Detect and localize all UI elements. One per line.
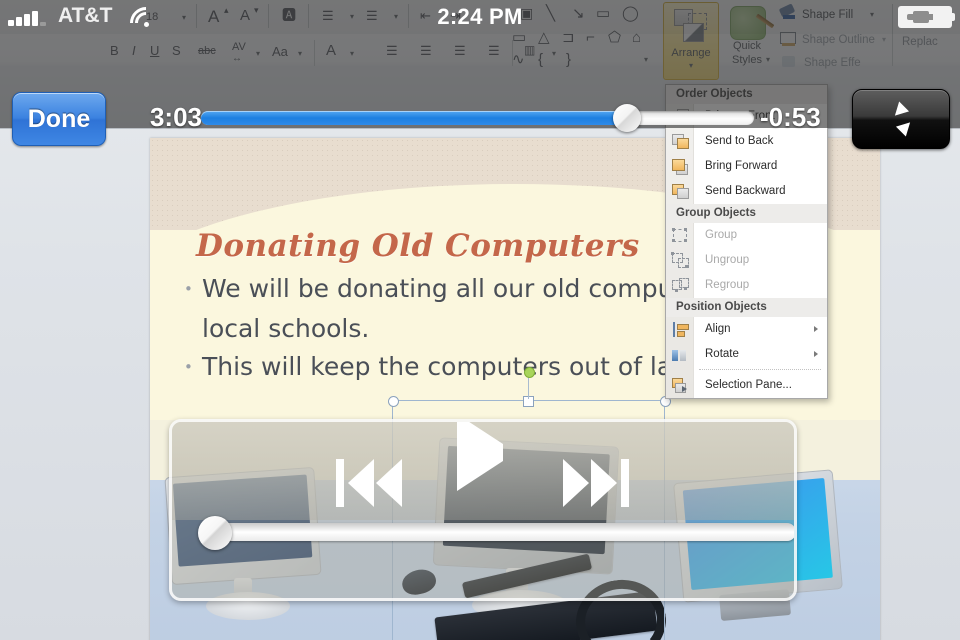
exit-fullscreen-button[interactable] (852, 89, 950, 149)
send-backward-icon (672, 184, 689, 199)
menu-item-label: Regroup (705, 279, 750, 291)
media-player-bar: Done 3:03 -0:53 (0, 34, 960, 149)
play-icon (457, 422, 503, 491)
menu-heading-position-objects: Position Objects (666, 298, 827, 317)
menu-item-ungroup[interactable]: Ungroup (666, 248, 827, 273)
align-icon (672, 322, 689, 337)
menu-item-group[interactable]: Group (666, 223, 827, 248)
menu-item-label: Rotate (705, 348, 739, 360)
screen: 18 ▾ A ▴ A ▾ 🅰 ☰ ▾ ☰ ▾ ⇤ ⇥ ▣ ╲ ↘ ▭ ◯ ▭ △… (0, 0, 960, 640)
clock: 2:24 PM (437, 4, 523, 29)
menu-item-label: Align (705, 323, 731, 335)
menu-divider (699, 369, 821, 371)
done-button[interactable]: Done (12, 92, 106, 146)
submenu-chevron-right-icon (814, 351, 818, 357)
menu-item-label: Selection Pane... (705, 379, 792, 391)
remaining-time: -0:53 (760, 102, 821, 132)
rotation-handle[interactable] (524, 367, 535, 378)
playback-scrubber-fill (201, 111, 627, 125)
playback-scrubber-thumb[interactable] (612, 104, 641, 132)
playback-scrubber-track[interactable] (201, 104, 754, 132)
menu-item-label: Group (705, 229, 737, 241)
bring-forward-icon (672, 159, 688, 175)
battery-charging-icon (898, 6, 955, 28)
done-label: Done (27, 105, 91, 133)
play-button[interactable] (457, 422, 503, 491)
menu-item-align[interactable]: Align (666, 317, 827, 342)
selection-handle-top-left[interactable] (388, 396, 399, 407)
menu-item-label: Send to Back (705, 135, 774, 147)
group-icon (672, 228, 688, 243)
video-seek-thumb[interactable] (198, 516, 232, 550)
video-seek-track[interactable] (212, 523, 794, 541)
menu-item-label: Send Backward (705, 185, 786, 197)
submenu-chevron-right-icon (814, 326, 818, 332)
selection-pane-icon (672, 378, 688, 393)
regroup-icon (672, 278, 689, 293)
elapsed-time: 3:03 (149, 102, 202, 132)
menu-item-bring-forward[interactable]: Bring Forward (666, 154, 827, 179)
menu-item-selection-pane[interactable]: Selection Pane... (666, 373, 827, 398)
menu-item-label: Bring Forward (705, 160, 778, 172)
menu-item-send-backward[interactable]: Send Backward (666, 179, 827, 204)
ios-status-bar: AT&T 2:24 PM (0, 0, 960, 46)
send-to-back-icon (672, 134, 689, 149)
menu-item-regroup[interactable]: Regroup (666, 273, 827, 298)
menu-item-label: Ungroup (705, 254, 750, 266)
menu-heading-group-objects: Group Objects (666, 204, 827, 223)
video-player-overlay[interactable] (169, 419, 797, 601)
rotate-icon (672, 347, 688, 362)
ungroup-icon (671, 252, 689, 268)
menu-item-rotate[interactable]: Rotate (666, 342, 827, 367)
